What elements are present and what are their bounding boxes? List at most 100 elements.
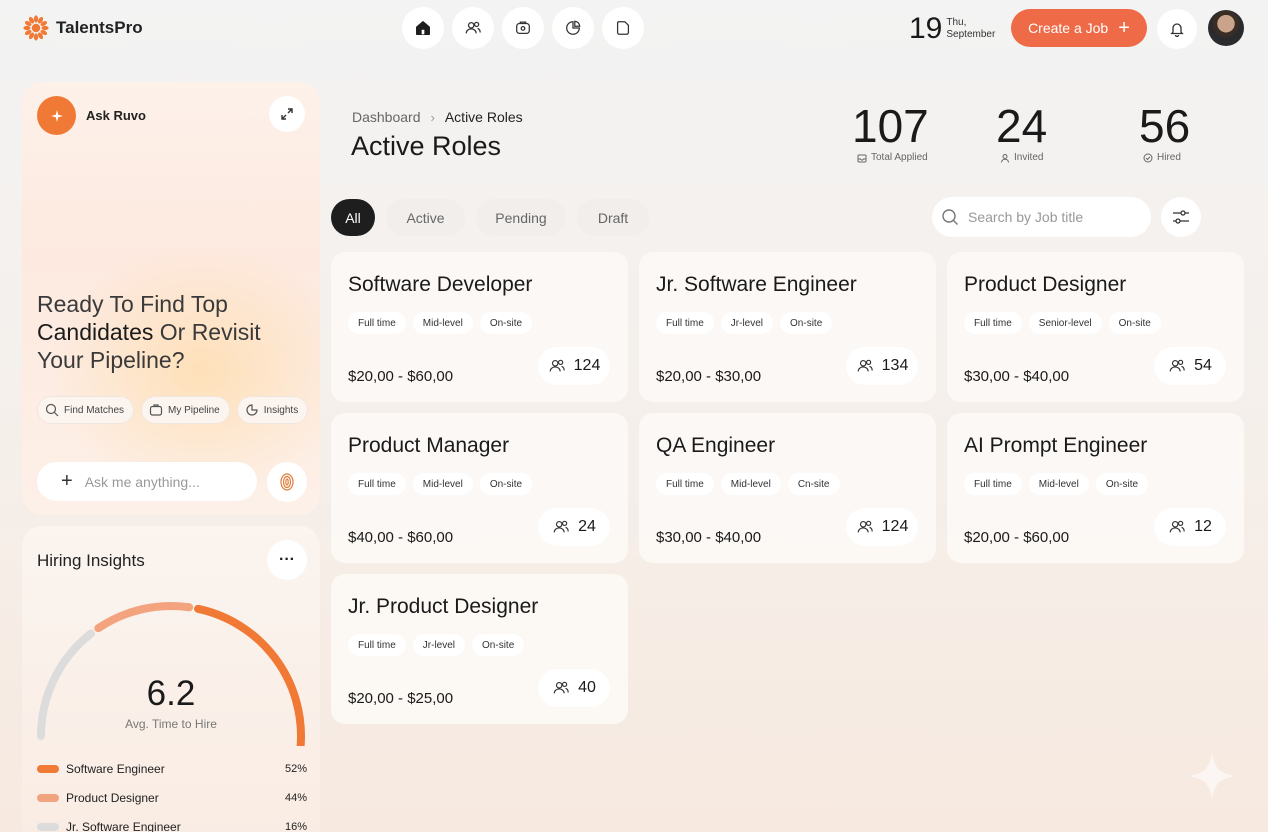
plus-icon: + xyxy=(1118,17,1130,39)
users-icon xyxy=(465,21,481,34)
sparkle-decoration-icon xyxy=(1188,752,1236,800)
job-tag: Full time xyxy=(656,473,714,495)
applicant-count[interactable]: 124 xyxy=(538,347,610,385)
job-salary: $20,00 - $30,00 xyxy=(656,368,762,385)
job-tag: Full time xyxy=(348,473,406,495)
job-tags: Full time Senior-level On-site xyxy=(964,312,1161,334)
applicant-count[interactable]: 54 xyxy=(1154,347,1226,385)
stat-value: 24 xyxy=(996,100,1048,152)
stat-label-text: Total Applied xyxy=(871,152,928,163)
briefcase-icon xyxy=(149,404,163,416)
applicant-count[interactable]: 124 xyxy=(846,508,918,546)
users-icon xyxy=(553,520,569,533)
voice-button[interactable] xyxy=(267,462,307,502)
chevron-right-icon: › xyxy=(430,109,435,125)
more-icon: ··· xyxy=(279,551,295,568)
expand-icon xyxy=(281,108,293,120)
chip-insights[interactable]: Insights xyxy=(236,396,309,424)
sparkle-icon xyxy=(37,96,76,135)
tab-pending[interactable]: Pending xyxy=(476,199,566,236)
job-title: Product Manager xyxy=(348,434,510,457)
job-card[interactable]: Jr. Product Designer Full time Jr-level On-… xyxy=(331,574,628,724)
applicant-count-value: 124 xyxy=(881,518,909,535)
nav-analytics[interactable] xyxy=(552,7,594,49)
user-icon xyxy=(1001,153,1009,163)
gauge-value: 6.2 xyxy=(146,674,196,713)
legend-swatch xyxy=(37,823,59,831)
job-title: Jr. Product Designer xyxy=(348,595,539,618)
filter-button[interactable] xyxy=(1161,197,1201,237)
ask-ruvo-panel: Ask Ruvo Ready To Find Top Candidates Or… xyxy=(22,82,320,515)
job-card[interactable]: QA Engineer Full time Mid-level Cn-site $30,… xyxy=(639,413,936,563)
applicant-count[interactable]: 24 xyxy=(538,508,610,546)
ask-input[interactable]: + Ask me anything... xyxy=(37,462,257,501)
search-icon xyxy=(45,403,59,417)
legend-pct: 52% xyxy=(284,763,307,775)
users-icon xyxy=(857,520,873,533)
job-salary: $20,00 - $25,00 xyxy=(348,690,454,707)
ruvo-title: Ask Ruvo xyxy=(86,108,146,123)
job-tag: Full time xyxy=(964,473,1022,495)
job-salary: $40,00 - $60,00 xyxy=(348,529,454,546)
notifications-button[interactable] xyxy=(1157,9,1197,49)
chip-my-pipeline[interactable]: My Pipeline xyxy=(141,396,230,424)
job-title: Jr. Software Engineer xyxy=(656,273,857,296)
applicant-count-value: 12 xyxy=(1194,518,1212,535)
chip-label: My Pipeline xyxy=(168,404,220,416)
job-tag: Full time xyxy=(656,312,714,334)
voice-wave-icon xyxy=(280,473,294,491)
chip-find-matches[interactable]: Find Matches xyxy=(37,396,135,424)
job-card[interactable]: Jr. Software Engineer Full time Jr-level On… xyxy=(639,252,936,402)
sliders-icon xyxy=(1173,210,1189,224)
job-tag: Senior-level xyxy=(1028,312,1102,334)
stat-label: Total Applied xyxy=(857,152,929,163)
stat-invited: 24 Invited xyxy=(996,100,1047,163)
nav-home[interactable] xyxy=(402,7,444,49)
brand-logo[interactable]: TalentsPro xyxy=(22,14,143,42)
job-card[interactable]: AI Prompt Engineer Full time Mid-level On-s… xyxy=(947,413,1244,563)
tab-all[interactable]: All xyxy=(331,199,375,236)
expand-button[interactable] xyxy=(269,96,305,132)
legend-row: Product Designer 44% xyxy=(37,791,307,805)
job-tag: On-site xyxy=(472,634,525,656)
applicant-count[interactable]: 12 xyxy=(1154,508,1226,546)
job-card[interactable]: Product Manager Full time Mid-level On-site… xyxy=(331,413,628,563)
applicant-count-value: 40 xyxy=(578,679,596,696)
job-tag: Full time xyxy=(348,312,406,334)
job-search-input[interactable]: Search by Job title xyxy=(932,197,1151,237)
job-card[interactable]: Software Developer Full time Mid-level On-s… xyxy=(331,252,628,402)
tab-draft[interactable]: Draft xyxy=(577,199,649,236)
bell-icon xyxy=(1170,23,1184,37)
stat-label: Invited xyxy=(1000,152,1047,163)
nav-candidates[interactable] xyxy=(452,7,494,49)
applicant-count-value: 54 xyxy=(1194,357,1212,374)
legend-name: Product Designer xyxy=(66,791,159,805)
tab-active[interactable]: Active xyxy=(386,199,465,236)
applicant-count[interactable]: 40 xyxy=(538,669,610,707)
job-card[interactable]: Product Designer Full time Senior-level On-… xyxy=(947,252,1244,402)
plus-icon: + xyxy=(61,470,73,492)
job-tag: Mid-level xyxy=(1028,473,1089,495)
headline-line-1: Ready To Find Top xyxy=(37,291,228,317)
nav-jobs[interactable] xyxy=(502,7,544,49)
stat-value: 56 xyxy=(1139,100,1191,152)
breadcrumb-dashboard[interactable]: Dashboard xyxy=(352,109,421,125)
job-title: Software Developer xyxy=(348,273,533,296)
insights-title: Hiring Insights xyxy=(37,551,145,570)
applicant-count[interactable]: 134 xyxy=(846,347,918,385)
user-avatar[interactable] xyxy=(1208,10,1244,46)
stat-label-text: Invited xyxy=(1014,152,1044,163)
job-tags: Full time Mid-level On-site xyxy=(348,473,533,495)
legend-pct: 44% xyxy=(284,792,307,804)
page-title: Active Roles xyxy=(351,131,502,161)
ask-input-placeholder: Ask me anything... xyxy=(84,473,200,490)
job-tag: On-site xyxy=(479,312,533,334)
quick-actions: Find Matches My Pipeline Insights xyxy=(37,396,309,424)
nav-documents[interactable] xyxy=(602,7,644,49)
create-job-button[interactable]: Create a Job + xyxy=(1011,9,1147,47)
applicant-count-value: 24 xyxy=(578,518,596,535)
stat-total-applied: 107 Total Applied xyxy=(852,100,929,163)
applicant-count-value: 134 xyxy=(881,357,909,374)
more-options-button[interactable]: ··· xyxy=(267,540,307,580)
job-tags: Full time Jr-level On-site xyxy=(656,312,833,334)
